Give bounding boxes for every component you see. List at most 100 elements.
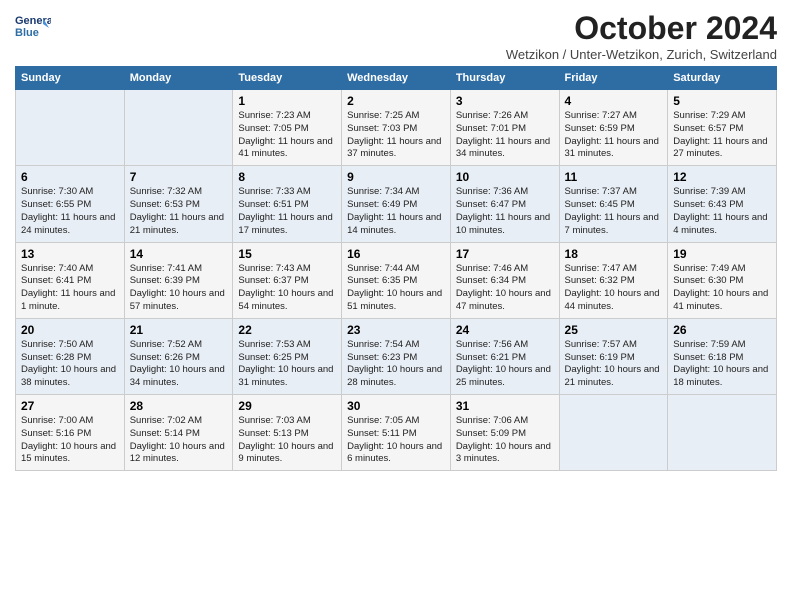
- weekday-header-row: SundayMondayTuesdayWednesdayThursdayFrid…: [16, 67, 777, 90]
- day-info: Sunrise: 7:43 AM Sunset: 6:37 PM Dayligh…: [238, 263, 336, 314]
- day-info: Sunrise: 7:03 AM Sunset: 5:13 PM Dayligh…: [238, 415, 336, 466]
- day-number: 12: [673, 170, 771, 184]
- day-number: 24: [456, 323, 554, 337]
- day-number: 19: [673, 247, 771, 261]
- day-number: 1: [238, 94, 336, 108]
- calendar-cell: 18 Sunrise: 7:47 AM Sunset: 6:32 PM Dayli…: [559, 242, 668, 318]
- day-info: Sunrise: 7:02 AM Sunset: 5:14 PM Dayligh…: [130, 415, 228, 466]
- day-number: 17: [456, 247, 554, 261]
- day-number: 3: [456, 94, 554, 108]
- day-number: 22: [238, 323, 336, 337]
- day-info: Sunrise: 7:00 AM Sunset: 5:16 PM Dayligh…: [21, 415, 119, 466]
- day-info: Sunrise: 7:41 AM Sunset: 6:39 PM Dayligh…: [130, 263, 228, 314]
- calendar-cell: 6 Sunrise: 7:30 AM Sunset: 6:55 PM Daylig…: [16, 166, 125, 242]
- calendar-cell: 19 Sunrise: 7:49 AM Sunset: 6:30 PM Dayli…: [668, 242, 777, 318]
- calendar-cell: [668, 395, 777, 471]
- calendar-cell: 11Sunrise: 7:37 AM Sunset: 6:45 PM Dayli…: [559, 166, 668, 242]
- day-number: 21: [130, 323, 228, 337]
- calendar-cell: 24 Sunrise: 7:56 AM Sunset: 6:21 PM Dayli…: [450, 318, 559, 394]
- day-info: Sunrise: 7:05 AM Sunset: 5:11 PM Dayligh…: [347, 415, 445, 466]
- calendar-cell: [16, 90, 125, 166]
- day-number: 4: [565, 94, 663, 108]
- day-info: Sunrise: 7:49 AM Sunset: 6:30 PM Dayligh…: [673, 263, 771, 314]
- svg-text:Blue: Blue: [15, 27, 39, 39]
- day-number: 29: [238, 399, 336, 413]
- day-number: 23: [347, 323, 445, 337]
- week-row-4: 20Sunrise: 7:50 AM Sunset: 6:28 PM Dayli…: [16, 318, 777, 394]
- day-info: Sunrise: 7:30 AM Sunset: 6:55 PM Dayligh…: [21, 186, 119, 237]
- day-number: 5: [673, 94, 771, 108]
- day-number: 28: [130, 399, 228, 413]
- month-title: October 2024: [506, 10, 777, 47]
- calendar-cell: 23 Sunrise: 7:54 AM Sunset: 6:23 PM Dayli…: [342, 318, 451, 394]
- calendar-cell: 17 Sunrise: 7:46 AM Sunset: 6:34 PM Dayli…: [450, 242, 559, 318]
- weekday-header-monday: Monday: [124, 67, 233, 90]
- day-info: Sunrise: 7:06 AM Sunset: 5:09 PM Dayligh…: [456, 415, 554, 466]
- calendar-cell: 28 Sunrise: 7:02 AM Sunset: 5:14 PM Dayli…: [124, 395, 233, 471]
- calendar-cell: 21 Sunrise: 7:52 AM Sunset: 6:26 PM Dayli…: [124, 318, 233, 394]
- day-info: Sunrise: 7:26 AM Sunset: 7:01 PM Dayligh…: [456, 110, 554, 161]
- day-info: Sunrise: 7:27 AM Sunset: 6:59 PM Dayligh…: [565, 110, 663, 161]
- calendar-cell: [124, 90, 233, 166]
- day-number: 9: [347, 170, 445, 184]
- calendar-cell: 25 Sunrise: 7:57 AM Sunset: 6:19 PM Dayli…: [559, 318, 668, 394]
- location-subtitle: Wetzikon / Unter-Wetzikon, Zurich, Switz…: [506, 47, 777, 62]
- day-number: 10: [456, 170, 554, 184]
- day-number: 13: [21, 247, 119, 261]
- logo: General Blue: [15, 10, 55, 46]
- calendar-cell: 16Sunrise: 7:44 AM Sunset: 6:35 PM Dayli…: [342, 242, 451, 318]
- day-info: Sunrise: 7:46 AM Sunset: 6:34 PM Dayligh…: [456, 263, 554, 314]
- day-number: 18: [565, 247, 663, 261]
- day-info: Sunrise: 7:56 AM Sunset: 6:21 PM Dayligh…: [456, 339, 554, 390]
- week-row-2: 6 Sunrise: 7:30 AM Sunset: 6:55 PM Daylig…: [16, 166, 777, 242]
- day-number: 11: [565, 170, 663, 184]
- calendar-cell: 20Sunrise: 7:50 AM Sunset: 6:28 PM Dayli…: [16, 318, 125, 394]
- weekday-header-friday: Friday: [559, 67, 668, 90]
- weekday-header-sunday: Sunday: [16, 67, 125, 90]
- calendar-cell: 1Sunrise: 7:23 AM Sunset: 7:05 PM Daylig…: [233, 90, 342, 166]
- calendar-cell: 8 Sunrise: 7:33 AM Sunset: 6:51 PM Daylig…: [233, 166, 342, 242]
- weekday-header-saturday: Saturday: [668, 67, 777, 90]
- day-number: 20: [21, 323, 119, 337]
- calendar-cell: 14 Sunrise: 7:41 AM Sunset: 6:39 PM Dayli…: [124, 242, 233, 318]
- weekday-header-tuesday: Tuesday: [233, 67, 342, 90]
- day-number: 30: [347, 399, 445, 413]
- calendar-cell: 26 Sunrise: 7:59 AM Sunset: 6:18 PM Dayli…: [668, 318, 777, 394]
- day-number: 8: [238, 170, 336, 184]
- calendar-cell: 10Sunrise: 7:36 AM Sunset: 6:47 PM Dayli…: [450, 166, 559, 242]
- day-number: 25: [565, 323, 663, 337]
- calendar-cell: 13 Sunrise: 7:40 AM Sunset: 6:41 PM Dayli…: [16, 242, 125, 318]
- day-number: 26: [673, 323, 771, 337]
- calendar-table: SundayMondayTuesdayWednesdayThursdayFrid…: [15, 66, 777, 471]
- calendar-cell: 2Sunrise: 7:25 AM Sunset: 7:03 PM Daylig…: [342, 90, 451, 166]
- weekday-header-thursday: Thursday: [450, 67, 559, 90]
- calendar-cell: [559, 395, 668, 471]
- calendar-cell: 22 Sunrise: 7:53 AM Sunset: 6:25 PM Dayli…: [233, 318, 342, 394]
- day-info: Sunrise: 7:25 AM Sunset: 7:03 PM Dayligh…: [347, 110, 445, 161]
- calendar-cell: 4 Sunrise: 7:27 AM Sunset: 6:59 PM Daylig…: [559, 90, 668, 166]
- day-number: 31: [456, 399, 554, 413]
- day-number: 7: [130, 170, 228, 184]
- calendar-cell: 5Sunrise: 7:29 AM Sunset: 6:57 PM Daylig…: [668, 90, 777, 166]
- calendar-cell: 7Sunrise: 7:32 AM Sunset: 6:53 PM Daylig…: [124, 166, 233, 242]
- day-info: Sunrise: 7:40 AM Sunset: 6:41 PM Dayligh…: [21, 263, 119, 314]
- calendar-cell: 31 Sunrise: 7:06 AM Sunset: 5:09 PM Dayli…: [450, 395, 559, 471]
- week-row-1: 1Sunrise: 7:23 AM Sunset: 7:05 PM Daylig…: [16, 90, 777, 166]
- day-number: 14: [130, 247, 228, 261]
- day-number: 16: [347, 247, 445, 261]
- day-info: Sunrise: 7:34 AM Sunset: 6:49 PM Dayligh…: [347, 186, 445, 237]
- day-info: Sunrise: 7:52 AM Sunset: 6:26 PM Dayligh…: [130, 339, 228, 390]
- day-number: 27: [21, 399, 119, 413]
- week-row-5: 27 Sunrise: 7:00 AM Sunset: 5:16 PM Dayli…: [16, 395, 777, 471]
- calendar-cell: 30 Sunrise: 7:05 AM Sunset: 5:11 PM Dayli…: [342, 395, 451, 471]
- day-info: Sunrise: 7:47 AM Sunset: 6:32 PM Dayligh…: [565, 263, 663, 314]
- day-number: 6: [21, 170, 119, 184]
- day-info: Sunrise: 7:57 AM Sunset: 6:19 PM Dayligh…: [565, 339, 663, 390]
- day-info: Sunrise: 7:53 AM Sunset: 6:25 PM Dayligh…: [238, 339, 336, 390]
- day-info: Sunrise: 7:59 AM Sunset: 6:18 PM Dayligh…: [673, 339, 771, 390]
- calendar-cell: 29 Sunrise: 7:03 AM Sunset: 5:13 PM Dayli…: [233, 395, 342, 471]
- day-info: Sunrise: 7:39 AM Sunset: 6:43 PM Dayligh…: [673, 186, 771, 237]
- day-info: Sunrise: 7:33 AM Sunset: 6:51 PM Dayligh…: [238, 186, 336, 237]
- title-block: October 2024 Wetzikon / Unter-Wetzikon, …: [506, 10, 777, 62]
- day-info: Sunrise: 7:54 AM Sunset: 6:23 PM Dayligh…: [347, 339, 445, 390]
